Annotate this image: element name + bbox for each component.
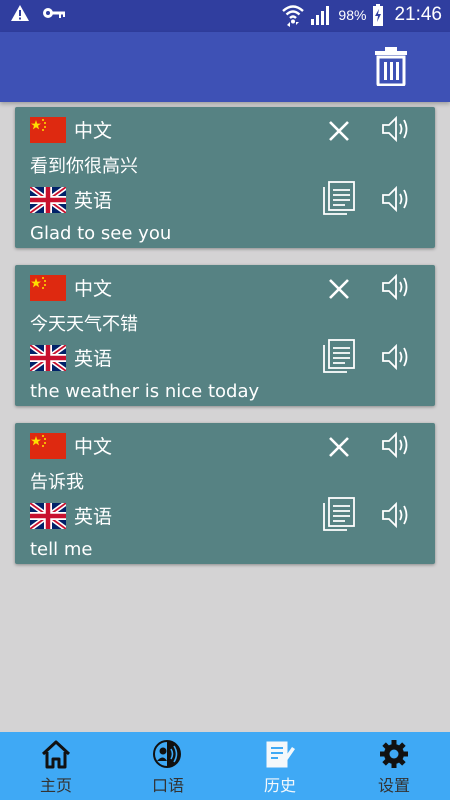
home-icon: [41, 740, 71, 769]
speaker-icon[interactable]: [381, 501, 411, 529]
copy-icon[interactable]: [323, 339, 355, 373]
bottom-nav: 主页 口语 历史 设置: [0, 732, 450, 800]
source-text: 看到你很高兴: [30, 156, 138, 177]
china-flag-icon: [30, 432, 66, 459]
app-bar: [0, 32, 450, 102]
history-card: 中文 告诉我 英语 tell me: [15, 423, 435, 564]
close-icon[interactable]: [328, 436, 350, 458]
source-lang-label: 中文: [74, 120, 113, 142]
speaker-icon[interactable]: [381, 343, 411, 371]
nav-item-voice[interactable]: 口语: [112, 732, 224, 800]
nav-label: 历史: [263, 776, 296, 795]
uk-flag-icon: [30, 186, 66, 213]
source-lang-label: 中文: [74, 278, 113, 300]
source-text: 告诉我: [30, 472, 84, 493]
uk-flag-icon: [30, 502, 66, 529]
battery-percent: 98%: [338, 7, 367, 23]
source-text: 今天天气不错: [30, 314, 138, 335]
copy-icon[interactable]: [323, 181, 355, 215]
close-icon[interactable]: [328, 120, 350, 142]
nav-label: 主页: [39, 776, 72, 795]
status-bar: 98% 21:46: [0, 0, 450, 32]
china-flag-icon: [30, 274, 66, 301]
voice-icon: [153, 740, 181, 768]
nav-label: 设置: [377, 776, 410, 795]
status-time: 21:46: [394, 4, 442, 25]
wifi-icon: [282, 5, 305, 27]
target-text: Glad to see you: [30, 223, 172, 244]
speaker-icon[interactable]: [381, 431, 411, 459]
speaker-icon[interactable]: [381, 185, 411, 213]
speaker-icon[interactable]: [381, 115, 411, 143]
history-icon: [266, 741, 295, 768]
key-icon: [43, 8, 65, 18]
battery-icon: [373, 4, 384, 26]
source-lang-label: 中文: [74, 436, 113, 458]
speaker-icon[interactable]: [381, 273, 411, 301]
history-card: 中文 看到你很高兴 英语 Glad to see you: [15, 107, 435, 248]
settings-icon: [380, 740, 408, 768]
uk-flag-icon: [30, 344, 66, 371]
copy-icon[interactable]: [323, 497, 355, 531]
nav-item-history[interactable]: 历史: [224, 732, 336, 800]
target-text: the weather is nice today: [30, 381, 260, 402]
china-flag-icon: [30, 116, 66, 143]
signal-icon: [311, 6, 330, 25]
close-icon[interactable]: [328, 278, 350, 300]
target-lang-label: 英语: [74, 190, 113, 212]
target-lang-label: 英语: [74, 348, 113, 370]
target-lang-label: 英语: [74, 506, 113, 528]
nav-label: 口语: [151, 776, 184, 795]
warning-icon: [11, 5, 29, 21]
history-card: 中文 今天天气不错 英语 the weather is nice today: [15, 265, 435, 406]
target-text: tell me: [30, 539, 93, 560]
trash-icon[interactable]: [374, 46, 408, 86]
nav-item-home[interactable]: 主页: [0, 732, 112, 800]
nav-item-settings[interactable]: 设置: [338, 732, 450, 800]
